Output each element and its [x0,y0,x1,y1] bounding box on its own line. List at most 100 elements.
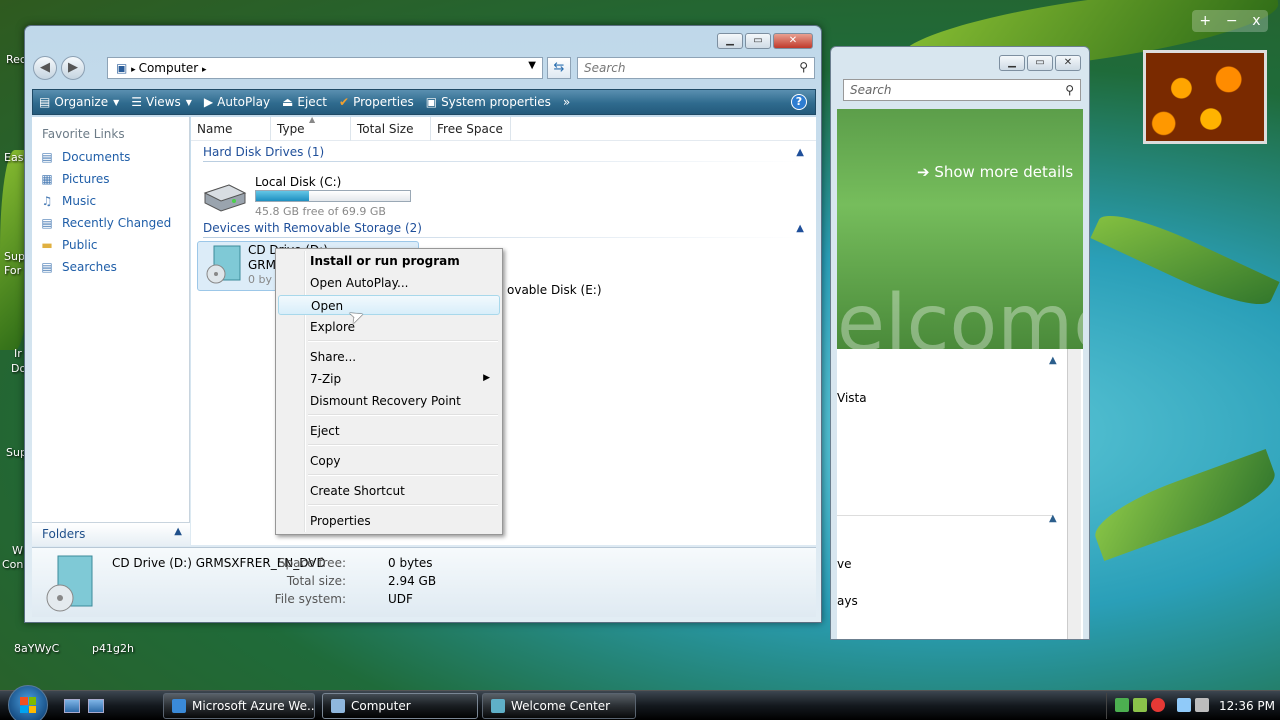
gadget-remove-icon[interactable]: − [1226,13,1238,29]
collapse-icon[interactable]: ▲ [1049,513,1057,524]
system-properties-button[interactable]: ▣ System properties [426,95,551,109]
menu-item-eject[interactable]: Eject [278,421,500,441]
folders-toggle[interactable]: Folders ▲ [32,522,190,546]
search-placeholder: Search [584,61,626,75]
taskbar-item-browser[interactable]: Microsoft Azure We... [163,693,315,719]
nav-link-label: Public [62,238,98,252]
views-label: Views [146,95,181,109]
search-icon[interactable]: ⚲ [1065,83,1074,97]
menu-item-properties[interactable]: Properties [278,511,500,531]
welcome-search-input[interactable]: Search ⚲ [843,79,1081,101]
favorite-links-header: Favorite Links [42,127,125,141]
drive-local-disk-c[interactable]: Local Disk (C:) 45.8 GB free of 69.9 GB [201,175,431,219]
display-icon[interactable] [1177,698,1191,712]
more-commands-button[interactable]: » [563,95,570,109]
menu-item-dismount-recovery-point[interactable]: Dismount Recovery Point [278,391,500,411]
refresh-button[interactable]: ⇆ [547,57,571,79]
menu-item-install-run[interactable]: Install or run program [278,251,500,271]
address-bar[interactable]: ▣ ▸ Computer ▸ ▼ [107,57,543,79]
collapse-icon[interactable]: ▲ [796,223,804,234]
gadget-add-icon[interactable]: + [1199,13,1211,29]
desktop-icon-label[interactable]: p41g2h [92,642,134,655]
close-button[interactable]: ✕ [1055,55,1081,71]
desktop-edge-label[interactable]: Rec [6,53,26,66]
cd-drive-icon [206,245,241,284]
drive-free-space: 0 by [248,273,272,286]
system-properties-label: System properties [441,95,551,109]
column-header-total-size[interactable]: Total Size [351,117,431,141]
chevron-up-icon: ▲ [174,526,182,537]
desktop-edge-label[interactable]: W [12,544,23,557]
list-item[interactable]: Vista [837,391,867,405]
show-desktop-icon[interactable] [64,699,80,713]
desktop-edge-label[interactable]: For [4,264,21,277]
close-button[interactable]: ✕ [773,33,813,49]
menu-item-create-shortcut[interactable]: Create Shortcut [278,481,500,501]
properties-button[interactable]: ✔ Properties [339,95,414,109]
group-header-hard-disk[interactable]: Hard Disk Drives (1) [203,145,324,159]
menu-item-copy[interactable]: Copy [278,451,500,471]
maximize-button[interactable]: ▭ [1027,55,1053,71]
clock[interactable]: 12:36 PM [1219,699,1275,713]
chevron-down-icon[interactable]: ▼ [528,60,536,71]
list-item[interactable]: ve [837,557,851,571]
column-header-name[interactable]: Name [191,117,271,141]
taskbar-item-welcome-center[interactable]: Welcome Center [482,693,636,719]
menu-item-explore[interactable]: Explore [278,317,500,337]
nav-link-searches[interactable]: ▤ Searches [40,260,117,274]
breadcrumb-separator[interactable]: ▸ [202,65,207,75]
breadcrumb-computer[interactable]: Computer [139,61,199,75]
collapse-icon[interactable]: ▲ [796,147,804,158]
recently-changed-icon: ▤ [41,216,53,230]
help-button[interactable]: ? [791,94,807,110]
nav-link-public[interactable]: ▬ Public [40,238,98,252]
eject-button[interactable]: ⏏ Eject [282,95,327,109]
list-item[interactable]: ays [837,594,858,608]
collapse-icon[interactable]: ▲ [1049,355,1057,366]
desktop-edge-label[interactable]: Eas [4,151,23,164]
nav-link-documents[interactable]: ▤ Documents [40,150,130,164]
search-icon[interactable]: ⚲ [799,60,808,74]
network-icon[interactable] [1115,698,1129,712]
welcome-center-window[interactable]: ▁ ▭ ✕ Search ⚲ ➔ Show more details elcom… [830,46,1090,640]
search-input[interactable]: Search ⚲ [577,57,815,79]
navigation-pane: Favorite Links ▤ Documents ▦ Pictures ♫ Mus… [32,117,190,545]
group-header-removable[interactable]: Devices with Removable Storage (2) [203,221,422,235]
back-button[interactable]: ◀ [33,56,57,80]
desktop-edge-label[interactable]: Con [2,558,23,571]
nav-link-pictures[interactable]: ▦ Pictures [40,172,109,186]
nav-link-recently-changed[interactable]: ▤ Recently Changed [40,216,171,230]
tray-app-icon[interactable] [1133,698,1147,712]
taskbar-item-computer[interactable]: Computer [322,693,478,719]
column-headers: Name Type ▲ Total Size Free Space [191,115,816,141]
security-alert-icon[interactable] [1151,698,1165,712]
views-button[interactable]: ☰ Views ▼ [131,95,192,109]
autoplay-button[interactable]: ▶ AutoPlay [204,95,270,109]
desktop-edge-label[interactable]: Ir [14,347,22,360]
organize-button[interactable]: ▤ Organize ▼ [39,95,119,109]
menu-item-open-autoplay[interactable]: Open AutoPlay... [278,273,500,293]
menu-item-7zip[interactable]: 7-Zip ▶ [278,369,500,389]
forward-button[interactable]: ▶ [61,56,85,80]
nav-link-music[interactable]: ♫ Music [40,194,97,208]
photo-gadget[interactable] [1143,50,1267,144]
gadget-close-icon[interactable]: x [1252,13,1260,29]
views-icon: ☰ [131,95,143,109]
menu-item-share[interactable]: Share... [278,347,500,367]
drive-removable-e[interactable]: ovable Disk (E:) [507,283,602,297]
scrollbar[interactable] [1067,349,1081,639]
menu-item-open[interactable]: Open [278,295,500,315]
switch-windows-icon[interactable] [88,699,104,713]
show-more-details-link[interactable]: ➔ Show more details [917,163,1073,181]
desktop-edge-label[interactable]: Sup [4,250,25,263]
start-button[interactable] [8,685,48,720]
chevron-down-icon: ▼ [185,97,192,107]
column-header-free-space[interactable]: Free Space [431,117,511,141]
gadget-controls[interactable]: + − x [1192,10,1268,32]
volume-icon[interactable] [1195,698,1209,712]
maximize-button[interactable]: ▭ [745,33,771,49]
minimize-button[interactable]: ▁ [999,55,1025,71]
desktop-icon-label[interactable]: 8aYWyC [14,642,59,655]
minimize-button[interactable]: ▁ [717,33,743,49]
divider [837,515,1053,516]
